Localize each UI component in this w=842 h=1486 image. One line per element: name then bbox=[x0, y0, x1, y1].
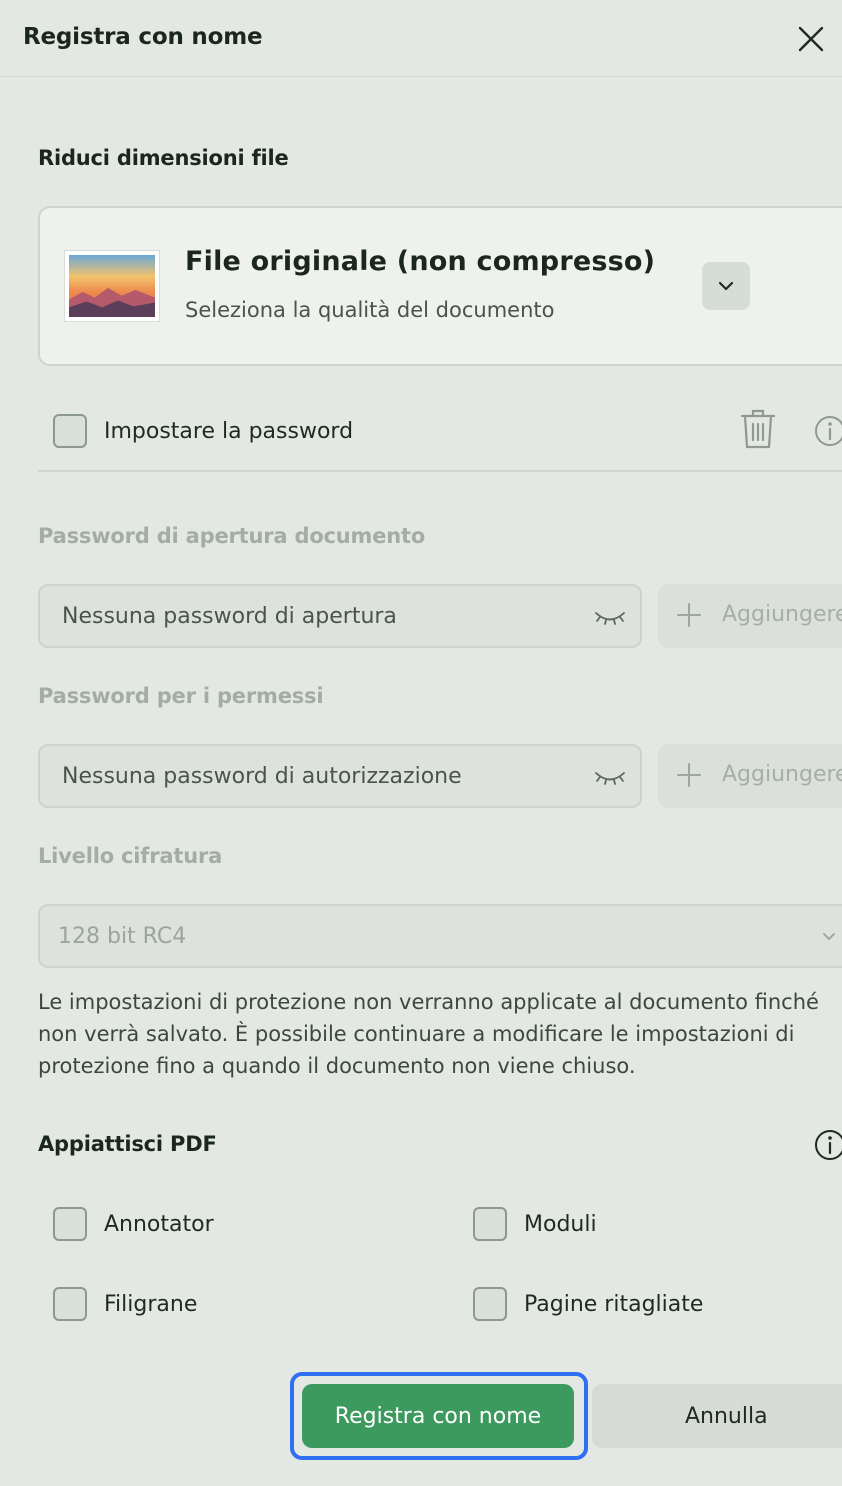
pagine-ritagliate-label: Pagine ritagliate bbox=[524, 1292, 704, 1317]
landscape-image-thumbnail bbox=[64, 250, 160, 322]
add-permissions-password-button[interactable]: Aggiungere bbox=[658, 744, 842, 808]
encryption-level-value: 128 bit RC4 bbox=[58, 924, 187, 949]
filigrane-checkbox[interactable] bbox=[53, 1287, 87, 1321]
eye-closed-icon[interactable] bbox=[594, 764, 626, 790]
eye-closed-icon[interactable] bbox=[594, 604, 626, 630]
filigrane-label: Filigrane bbox=[104, 1292, 198, 1317]
save-as-button[interactable]: Registra con nome bbox=[302, 1384, 574, 1448]
quality-card[interactable]: File originale (non compresso) Seleziona… bbox=[38, 206, 842, 366]
open-password-input[interactable]: Nessuna password di apertura bbox=[38, 584, 642, 648]
cancel-button-label: Annulla bbox=[685, 1403, 768, 1429]
annotator-label: Annotator bbox=[104, 1212, 214, 1237]
cancel-button[interactable]: Annulla bbox=[592, 1384, 842, 1448]
chevron-down-icon[interactable] bbox=[702, 262, 750, 310]
quality-option-subtitle: Seleziona la qualità del documento bbox=[185, 298, 555, 322]
add-open-password-button[interactable]: Aggiungere bbox=[658, 584, 842, 648]
info-icon[interactable] bbox=[814, 1128, 842, 1162]
permissions-password-label: Password per i permessi bbox=[38, 684, 324, 708]
permissions-password-input[interactable]: Nessuna password di autorizzazione bbox=[38, 744, 642, 808]
info-icon[interactable] bbox=[814, 414, 842, 448]
pagine-ritagliate-checkbox[interactable] bbox=[473, 1287, 507, 1321]
chevron-down-icon bbox=[823, 933, 835, 940]
moduli-checkbox[interactable] bbox=[473, 1207, 507, 1241]
add-permissions-password-label: Aggiungere bbox=[722, 762, 842, 787]
set-password-checkbox[interactable] bbox=[53, 414, 87, 448]
plus-icon bbox=[677, 603, 701, 627]
open-password-placeholder: Nessuna password di apertura bbox=[62, 604, 397, 629]
quality-option-title: File originale (non compresso) bbox=[185, 246, 656, 277]
encryption-level-select[interactable]: 128 bit RC4 bbox=[38, 904, 842, 968]
dialog-header: Registra con nome bbox=[0, 0, 842, 77]
compress-section-title: Riduci dimensioni file bbox=[38, 146, 289, 170]
plus-icon bbox=[677, 763, 701, 787]
dialog-title: Registra con nome bbox=[23, 24, 263, 50]
flatten-section-title: Appiattisci PDF bbox=[38, 1132, 217, 1156]
divider bbox=[38, 470, 842, 472]
trash-icon[interactable] bbox=[740, 408, 776, 450]
permissions-password-placeholder: Nessuna password di autorizzazione bbox=[62, 764, 462, 789]
add-open-password-label: Aggiungere bbox=[722, 602, 842, 627]
open-password-label: Password di apertura documento bbox=[38, 524, 426, 548]
set-password-label: Impostare la password bbox=[104, 419, 354, 444]
encryption-level-label: Livello cifratura bbox=[38, 844, 223, 868]
moduli-label: Moduli bbox=[524, 1212, 597, 1237]
close-icon[interactable] bbox=[792, 20, 830, 58]
annotator-checkbox[interactable] bbox=[53, 1207, 87, 1241]
protection-note: Le impostazioni di protezione non verran… bbox=[38, 990, 819, 1078]
